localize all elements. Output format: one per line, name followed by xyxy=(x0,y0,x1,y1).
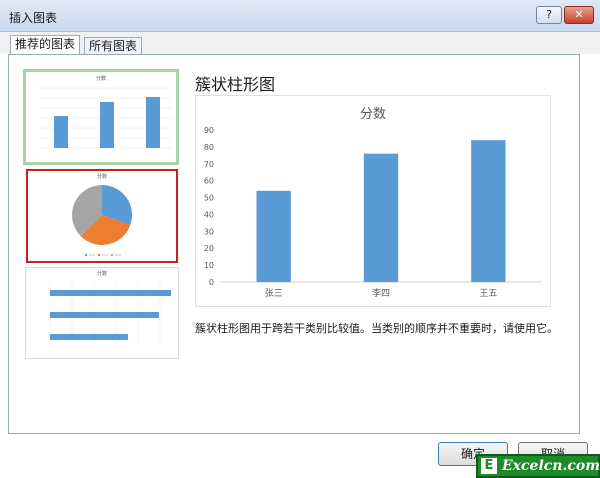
column-chart: 分数 90 80 70 60 50 40 30 20 10 0 张三 李四 王五 xyxy=(204,107,542,299)
x-tick-label: 王五 xyxy=(479,288,497,299)
thumbnail-bar-chart xyxy=(49,282,171,346)
y-tick-label: 40 xyxy=(204,210,214,219)
thumbnail-bar xyxy=(54,116,68,148)
thumbnail-bar xyxy=(50,334,128,340)
tab-panel: 分数 分数 分数 簇状柱形图 分数 90 80 70 60 50 40 30 2… xyxy=(8,54,580,434)
thumbnail-bar xyxy=(100,102,114,148)
chart-type-name: 簇状柱形图 xyxy=(195,75,276,94)
chart-title: 分数 xyxy=(360,107,386,122)
logo-mark: E xyxy=(481,458,497,474)
y-tick-label: 20 xyxy=(204,244,214,253)
tab-all-charts[interactable]: 所有图表 xyxy=(84,37,143,55)
thumbnail-clustered-column[interactable]: 分数 xyxy=(23,69,179,165)
thumbnail-bar xyxy=(50,312,159,318)
thumbnail-pie[interactable]: 分数 xyxy=(26,169,178,263)
chart-bar xyxy=(363,153,399,282)
logo-text: Excelcn.com xyxy=(502,458,600,474)
thumbnail-bar xyxy=(50,290,171,296)
thumbnail-clustered-bar[interactable]: 分数 xyxy=(25,267,179,359)
y-tick-label: 30 xyxy=(204,227,214,236)
site-watermark-logo: E Excelcn.com xyxy=(476,454,600,478)
chart-description: 簇状柱形图用于跨若干类别比较值。当类别的顺序并不重要时，请使用它。 xyxy=(195,322,558,335)
thumbnail-pie-chart xyxy=(72,184,133,257)
help-button[interactable]: ? xyxy=(536,6,562,24)
thumbnail-column-chart xyxy=(40,87,172,149)
y-tick-label: 0 xyxy=(209,278,214,287)
x-tick-label: 张三 xyxy=(265,288,283,299)
y-tick-label: 70 xyxy=(204,160,214,169)
y-tick-label: 50 xyxy=(204,194,214,203)
x-tick-label: 李四 xyxy=(372,287,390,299)
chart-bar xyxy=(471,140,506,282)
tab-bar: 推荐的图表 所有图表 xyxy=(0,32,600,55)
tab-recommended-charts[interactable]: 推荐的图表 xyxy=(10,35,81,55)
dialog-titlebar: 插入图表 ? ✕ xyxy=(0,0,600,32)
y-tick-label: 10 xyxy=(204,261,214,270)
chart-preview: 分数 90 80 70 60 50 40 30 20 10 0 张三 李四 王五 xyxy=(195,95,551,307)
y-tick-label: 80 xyxy=(204,143,214,152)
y-tick-label: 90 xyxy=(204,126,214,135)
thumbnail-bar xyxy=(146,97,160,148)
close-button[interactable]: ✕ xyxy=(564,6,594,24)
dialog-title: 插入图表 xyxy=(9,11,58,25)
thumbnail-legend xyxy=(84,253,121,257)
chart-bar xyxy=(256,190,291,282)
y-tick-label: 60 xyxy=(204,177,214,186)
